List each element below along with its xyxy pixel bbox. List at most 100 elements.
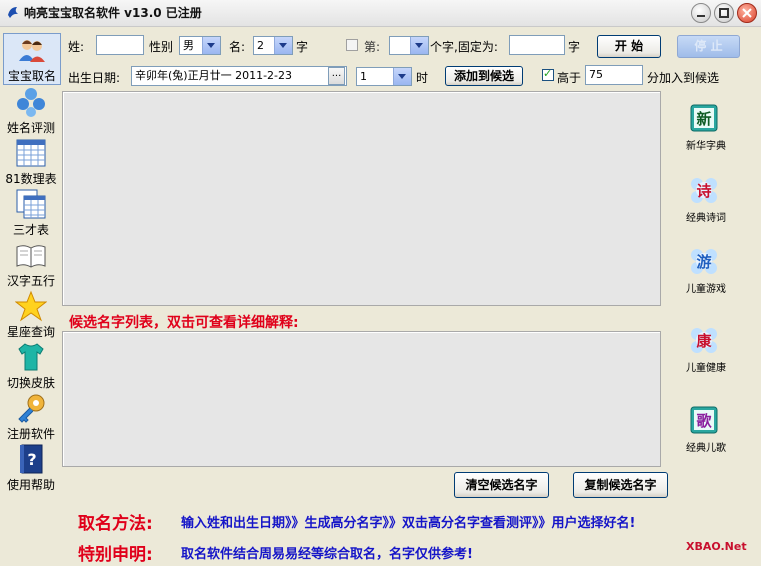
birth-date-input[interactable]: 辛卯年(兔)正月廿一 2011-2-23 <box>131 66 347 86</box>
notice-title: 特别申明: <box>78 545 153 565</box>
close-button[interactable] <box>737 3 757 23</box>
logo-text: XBAO.Net <box>686 540 747 553</box>
name-count-value: 2 <box>257 39 264 52</box>
sidebar-item-register[interactable]: 注册软件 <box>3 392 59 442</box>
nth-label: 第: <box>364 40 381 54</box>
right-item-glyph: 诗 <box>696 182 711 200</box>
sidebar-item-help[interactable]: ? 使用帮助 <box>3 443 59 493</box>
key-icon <box>18 394 45 423</box>
sidebar-item-label: 切换皮肤 <box>6 376 55 390</box>
sheets-icon <box>16 189 46 219</box>
surname-input[interactable] <box>96 35 144 55</box>
right-item-label: 新华字典 <box>686 141 726 152</box>
sidebar-item-name-test[interactable]: 姓名评测 <box>3 86 59 136</box>
start-button[interactable]: 开 始 <box>597 35 661 58</box>
right-item-glyph: 新 <box>696 110 711 128</box>
table-icon <box>16 139 46 167</box>
birth-date-value: 辛卯年(兔)正月廿一 2011-2-23 <box>135 69 293 82</box>
maximize-icon <box>719 8 729 18</box>
songs-icon: 歌 <box>690 406 718 434</box>
app-icon <box>8 7 18 18</box>
close-icon <box>742 8 752 18</box>
poetry-icon: 诗 <box>691 178 717 203</box>
sidebar-item-label: 注册软件 <box>6 427 55 441</box>
candidate-list[interactable] <box>62 331 661 467</box>
method-title: 取名方法: <box>78 514 153 534</box>
name-count-select[interactable]: 2 <box>253 36 293 55</box>
sidebar-item-label: 三才表 <box>12 223 49 237</box>
sidebar-item-81-table[interactable]: 81数理表 <box>3 137 59 187</box>
sidebar-item-baby-naming[interactable]: 宝宝取名 <box>3 33 61 85</box>
right-item-games[interactable]: 游 儿童游戏 <box>676 246 736 306</box>
dictionary-icon: 新 <box>690 104 718 132</box>
right-item-songs[interactable]: 歌 经典儿歌 <box>676 405 736 465</box>
games-icon: 游 <box>691 249 717 274</box>
right-item-label: 儿童游戏 <box>686 284 726 295</box>
sidebar-item-label: 星座查询 <box>6 325 55 339</box>
sidebar-item-sancai[interactable]: 三才表 <box>3 188 59 238</box>
sidebar-item-label: 使用帮助 <box>6 478 55 492</box>
chevron-down-icon <box>410 37 428 54</box>
above-suffix-label: 分加入到候选 <box>647 71 720 85</box>
window-title: 响亮宝宝取名软件 v13.0 已注册 <box>24 6 202 20</box>
add-candidate-button[interactable]: 添加到候选 <box>445 66 523 86</box>
stop-button[interactable]: 停 止 <box>677 35 740 58</box>
birth-date-picker-button[interactable]: ... <box>328 67 345 85</box>
dots-icon <box>17 88 45 117</box>
sidebar-item-label: 姓名评测 <box>6 121 55 135</box>
right-item-poetry[interactable]: 诗 经典诗词 <box>676 175 736 235</box>
right-item-glyph: 康 <box>696 332 712 350</box>
gender-select-value: 男 <box>183 39 194 52</box>
clear-candidates-button[interactable]: 清空候选名字 <box>454 472 549 498</box>
nth-select[interactable] <box>389 36 429 55</box>
hour-select[interactable]: 1 <box>356 67 412 86</box>
chevron-down-icon <box>393 68 411 85</box>
right-item-label: 经典诗词 <box>686 213 726 224</box>
chevron-down-icon <box>274 37 292 54</box>
above-label: 高于 <box>557 71 582 85</box>
sidebar-item-label: 81数理表 <box>5 172 57 186</box>
fixed-label: 个字,固定为: <box>430 40 498 54</box>
sidebar-item-label: 汉字五行 <box>6 274 55 288</box>
gender-label: 性别 <box>149 40 174 54</box>
sidebar-item-label: 宝宝取名 <box>7 69 56 83</box>
gender-select[interactable]: 男 <box>179 36 221 55</box>
health-icon: 康 <box>691 328 717 353</box>
maximize-button[interactable] <box>714 3 734 23</box>
right-item-label: 经典儿歌 <box>686 443 726 454</box>
name-label: 名: <box>229 40 246 54</box>
right-item-glyph: 游 <box>696 253 711 271</box>
book-icon <box>16 245 46 268</box>
people-icon <box>19 40 45 62</box>
fixed-unit-label: 字 <box>568 40 581 54</box>
surname-label: 姓: <box>68 40 85 54</box>
title-bar: 响亮宝宝取名软件 v13.0 已注册 <box>0 0 761 27</box>
right-item-dictionary[interactable]: 新 新华字典 <box>676 103 736 163</box>
right-item-health[interactable]: 康 儿童健康 <box>676 325 736 385</box>
minimize-button[interactable] <box>691 3 711 23</box>
copy-candidates-button[interactable]: 复制候选名字 <box>573 472 668 498</box>
above-checkbox[interactable] <box>542 67 554 81</box>
app-window: 响亮宝宝取名软件 v13.0 已注册 宝宝取名 姓名评测 81数理表 三才表 汉… <box>0 0 761 566</box>
shirt-icon <box>18 343 44 371</box>
hour-unit-label: 时 <box>416 71 429 85</box>
hour-select-value: 1 <box>360 70 367 83</box>
star-icon <box>15 290 47 322</box>
results-list[interactable] <box>62 91 661 306</box>
birth-date-label: 出生日期: <box>68 71 121 85</box>
fixed-input[interactable] <box>509 35 565 55</box>
help-book-icon: ? <box>20 444 43 474</box>
above-score-input[interactable]: 75 <box>585 65 643 85</box>
sidebar-item-wuxing[interactable]: 汉字五行 <box>3 239 59 289</box>
right-item-label: 儿童健康 <box>686 363 726 374</box>
candidate-caption: 候选名字列表，双击可查看详细解释: <box>69 315 299 331</box>
xbao-logo: XBAO.Net <box>686 540 747 553</box>
minimize-icon <box>697 15 705 17</box>
nth-checkbox[interactable] <box>346 39 358 51</box>
sidebar-item-constellation[interactable]: 星座查询 <box>3 290 59 340</box>
sidebar-item-skin[interactable]: 切换皮肤 <box>3 341 59 391</box>
chevron-down-icon <box>202 37 220 54</box>
svg-text:?: ? <box>27 450 36 469</box>
method-text: 输入姓和出生日期》》生成高分名字》》双击高分名字查看测评》》用户选择好名! <box>181 516 636 531</box>
right-item-glyph: 歌 <box>696 412 712 430</box>
